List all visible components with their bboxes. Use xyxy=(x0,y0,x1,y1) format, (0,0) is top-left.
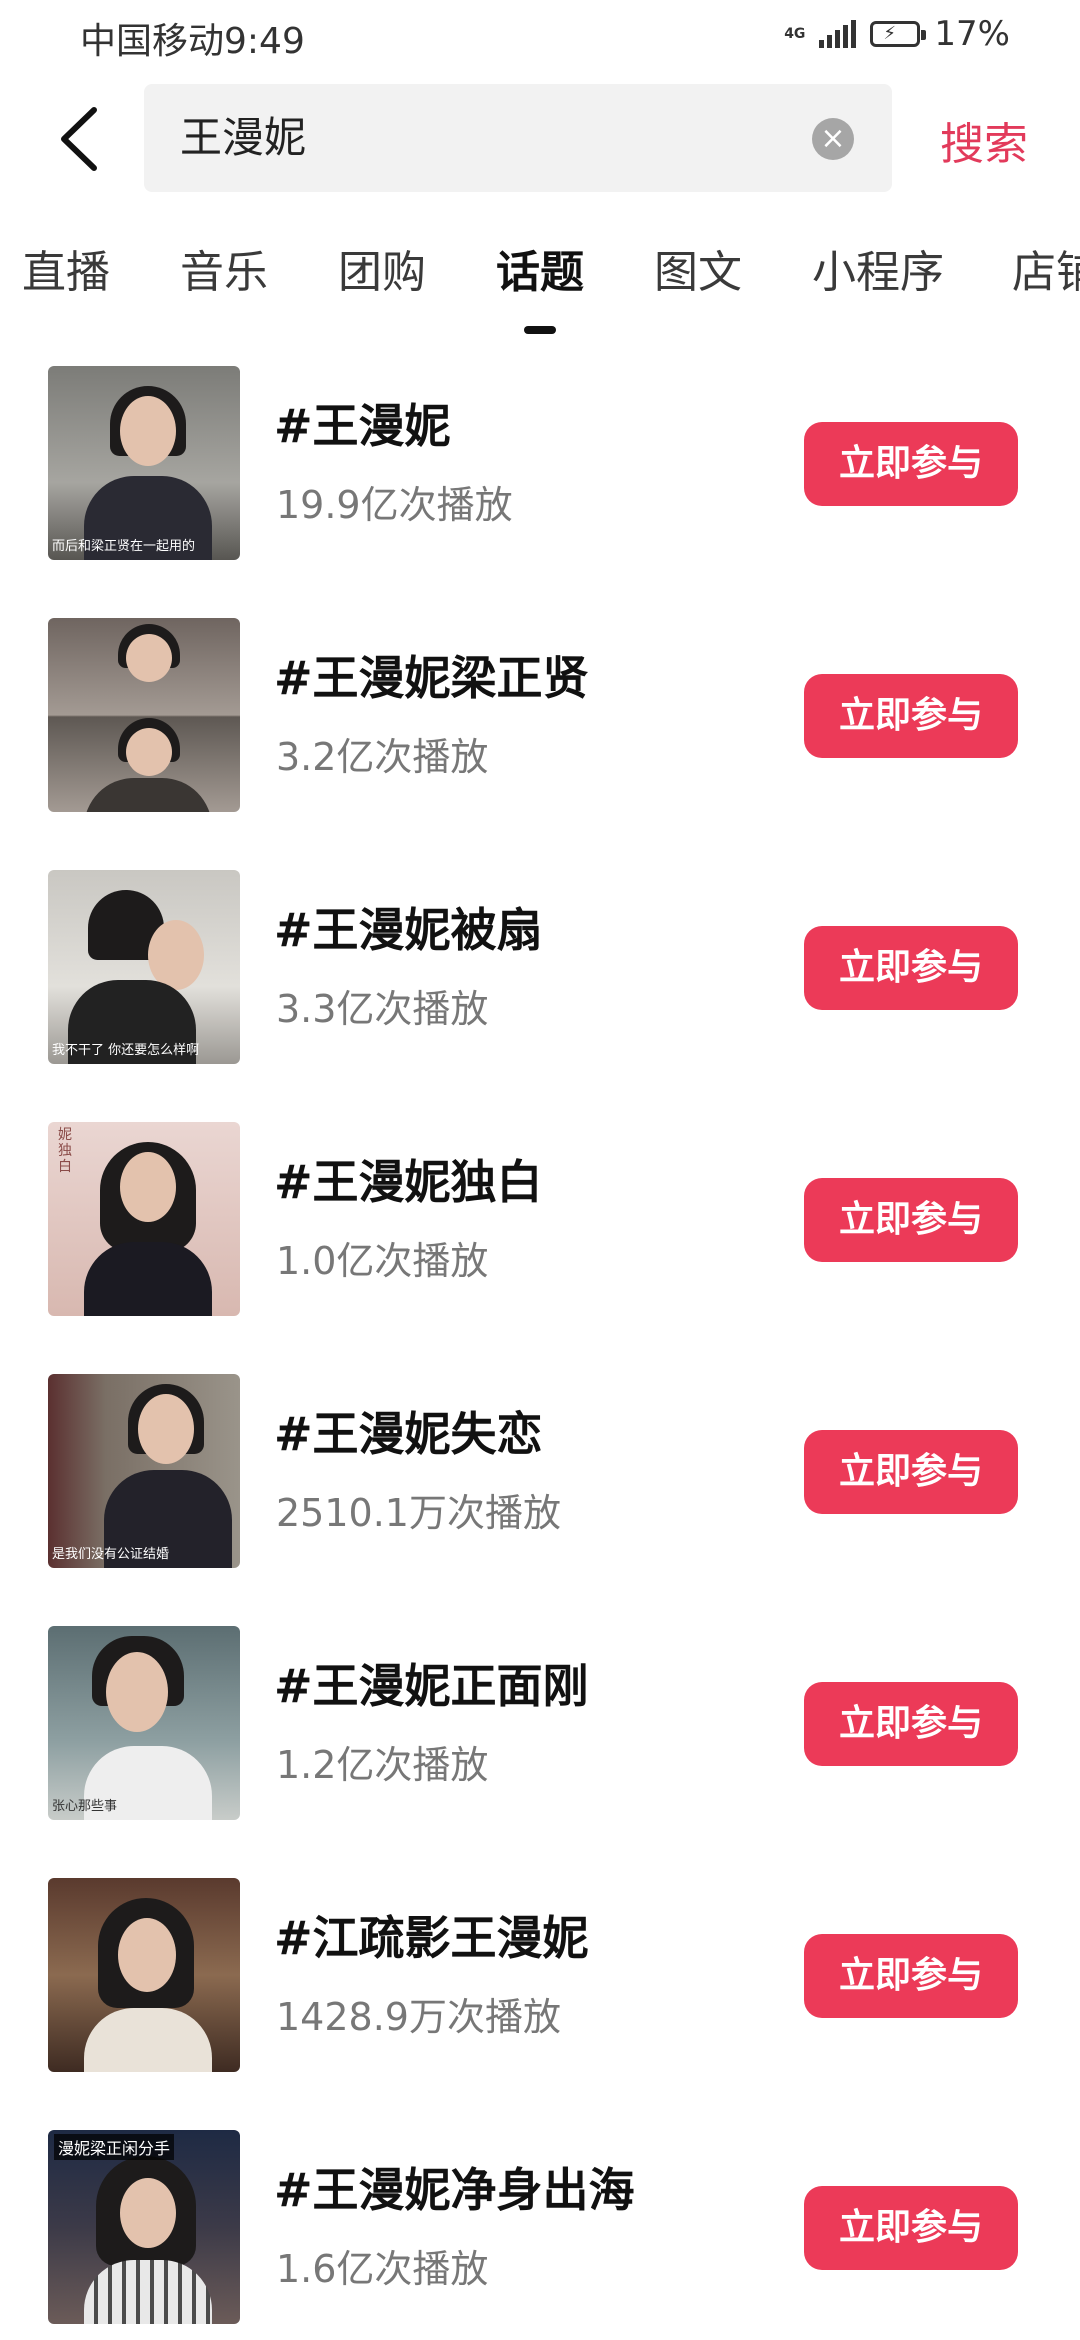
topic-title: #江疏影王漫妮 xyxy=(274,1911,589,1965)
battery-percent: 17% xyxy=(934,14,1010,54)
topic-play-count: 1.2亿次播放 xyxy=(276,1743,489,1787)
thumbnail-caption: 漫妮梁正闲分手 xyxy=(54,2134,175,2160)
topic-play-count: 1428.9万次播放 xyxy=(276,1995,561,2039)
topic-title: #王漫妮独白 xyxy=(274,1155,543,1209)
network-type: 4G xyxy=(784,26,806,42)
tab-topics[interactable]: 话题 xyxy=(496,236,584,300)
thumbnail-caption: 是我们没有公证结婚 xyxy=(52,1547,170,1562)
search-results-page: 中国移动9:49 4G ⚡ 17% × 搜索 直播 音乐 团购 xyxy=(0,0,1080,2340)
topic-thumbnail: 是我们没有公证结婚 xyxy=(48,1374,240,1568)
topic-thumbnail xyxy=(48,1878,240,2072)
join-topic-button[interactable]: 立即参与 xyxy=(804,422,1018,506)
topic-title: #王漫妮失恋 xyxy=(274,1407,543,1461)
list-item[interactable]: 漫妮梁正闲分手 #王漫妮净身出海 1.6亿次播放 立即参与 xyxy=(0,2130,1080,2326)
topic-play-count: 1.0亿次播放 xyxy=(276,1239,489,1283)
list-item[interactable]: 是我们没有公证结婚 #王漫妮失恋 2510.1万次播放 立即参与 xyxy=(0,1374,1080,1570)
join-topic-button[interactable]: 立即参与 xyxy=(804,926,1018,1010)
topic-title: #王漫妮净身出海 xyxy=(274,2163,635,2217)
active-tab-indicator xyxy=(524,326,556,334)
close-icon: × xyxy=(820,121,846,156)
tab-mini-programs[interactable]: 小程序 xyxy=(812,236,944,300)
tab-music[interactable]: 音乐 xyxy=(180,236,268,300)
list-item[interactable]: #王漫妮梁正贤 3.2亿次播放 立即参与 xyxy=(0,618,1080,814)
topic-play-count: 3.3亿次播放 xyxy=(276,987,489,1031)
tab-image-text[interactable]: 图文 xyxy=(654,236,742,300)
chevron-left-icon xyxy=(61,107,97,171)
category-tabs: 直播 音乐 团购 话题 图文 小程序 店铺 xyxy=(0,236,1080,336)
join-topic-button[interactable]: 立即参与 xyxy=(804,1430,1018,1514)
topic-thumbnail xyxy=(48,618,240,812)
topic-title: #王漫妮 xyxy=(274,399,451,453)
back-button[interactable] xyxy=(50,104,110,174)
search-button[interactable]: 搜索 xyxy=(940,108,1028,172)
list-item[interactable]: #江疏影王漫妮 1428.9万次播放 立即参与 xyxy=(0,1878,1080,2074)
status-indicators: 4G ⚡ 17% xyxy=(784,14,1010,54)
search-input[interactable] xyxy=(180,110,780,159)
tab-stores[interactable]: 店铺 xyxy=(1012,236,1080,300)
battery-icon: ⚡ xyxy=(870,21,927,47)
tab-live[interactable]: 直播 xyxy=(22,236,110,300)
join-topic-button[interactable]: 立即参与 xyxy=(804,2186,1018,2270)
topic-thumbnail: 我不干了 你还要怎么样啊 xyxy=(48,870,240,1064)
clear-search-button[interactable]: × xyxy=(812,118,854,160)
topic-thumbnail: 而后和梁正贤在一起用的 xyxy=(48,366,240,560)
topic-play-count: 3.2亿次播放 xyxy=(276,735,489,779)
list-item[interactable]: 妮独白 #王漫妮独白 1.0亿次播放 立即参与 xyxy=(0,1122,1080,1318)
topic-play-count: 19.9亿次播放 xyxy=(276,483,513,527)
topic-thumbnail: 张心那些事 xyxy=(48,1626,240,1820)
clock-time: 9:49 xyxy=(224,21,305,62)
topic-thumbnail: 漫妮梁正闲分手 xyxy=(48,2130,240,2324)
carrier-name: 中国移动 xyxy=(80,21,225,62)
topic-play-count: 1.6亿次播放 xyxy=(276,2247,489,2291)
thumbnail-caption: 我不干了 你还要怎么样啊 xyxy=(52,1043,200,1058)
carrier-and-time: 中国移动9:49 xyxy=(80,12,305,64)
tab-group-buy[interactable]: 团购 xyxy=(338,236,426,300)
topic-title: #王漫妮正面刚 xyxy=(274,1659,589,1713)
status-bar: 中国移动9:49 4G ⚡ 17% xyxy=(0,0,1080,72)
signal-icon xyxy=(819,20,857,48)
join-topic-button[interactable]: 立即参与 xyxy=(804,674,1018,758)
join-topic-button[interactable]: 立即参与 xyxy=(804,1934,1018,2018)
join-topic-button[interactable]: 立即参与 xyxy=(804,1682,1018,1766)
list-item[interactable]: 而后和梁正贤在一起用的 #王漫妮 19.9亿次播放 立即参与 xyxy=(0,366,1080,562)
list-item[interactable]: 我不干了 你还要怎么样啊 #王漫妮被扇 3.3亿次播放 立即参与 xyxy=(0,870,1080,1066)
thumbnail-caption: 而后和梁正贤在一起用的 xyxy=(52,539,196,554)
thumbnail-caption: 妮独白 xyxy=(58,1127,72,1175)
thumbnail-caption: 张心那些事 xyxy=(52,1799,118,1814)
topic-play-count: 2510.1万次播放 xyxy=(276,1491,561,1535)
join-topic-button[interactable]: 立即参与 xyxy=(804,1178,1018,1262)
topic-title: #王漫妮梁正贤 xyxy=(274,651,589,705)
list-item[interactable]: 张心那些事 #王漫妮正面刚 1.2亿次播放 立即参与 xyxy=(0,1626,1080,1822)
search-header: × 搜索 xyxy=(0,84,1080,192)
search-box: × xyxy=(144,84,892,192)
topic-title: #王漫妮被扇 xyxy=(274,903,543,957)
topic-thumbnail: 妮独白 xyxy=(48,1122,240,1316)
